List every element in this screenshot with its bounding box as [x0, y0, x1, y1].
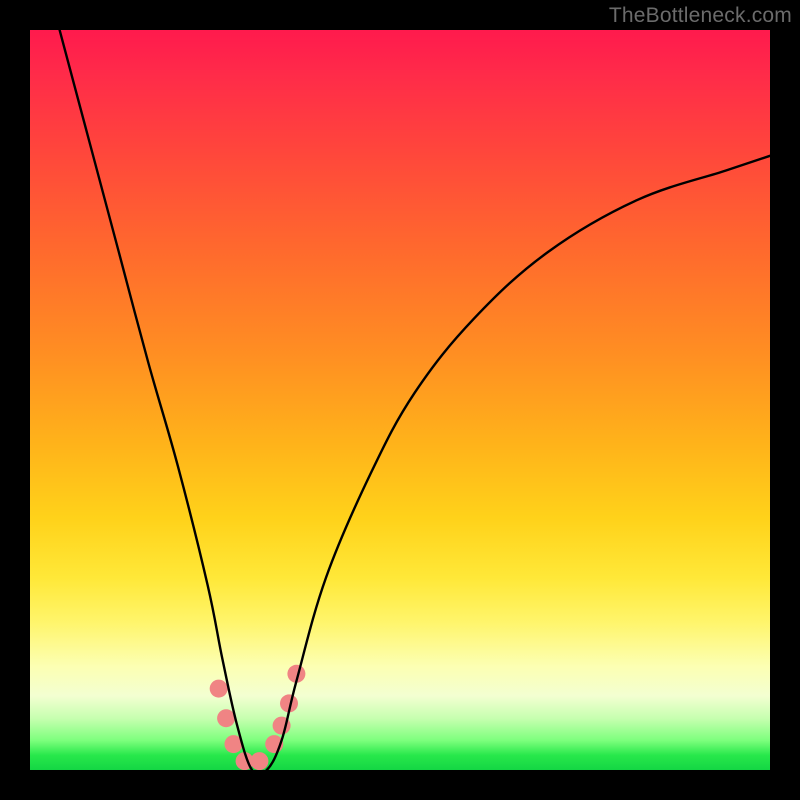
marker-group: [210, 665, 306, 770]
plot-area: [30, 30, 770, 770]
watermark-text: TheBottleneck.com: [609, 4, 792, 28]
highlight-marker: [217, 709, 235, 727]
highlight-marker: [210, 680, 228, 698]
outer-frame: TheBottleneck.com: [0, 0, 800, 800]
bottleneck-curve-path: [60, 30, 770, 770]
highlight-marker: [250, 752, 268, 770]
chart-svg: [30, 30, 770, 770]
